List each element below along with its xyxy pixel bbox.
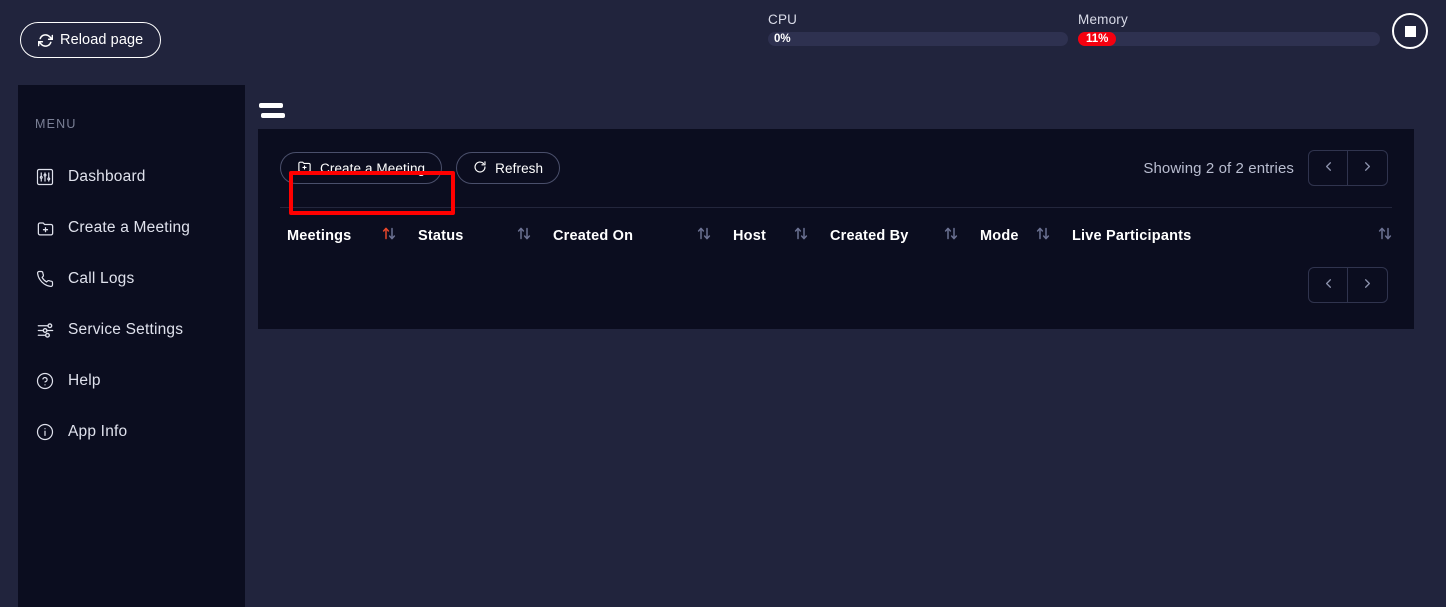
menu-toggle-bar xyxy=(259,103,283,108)
memory-label: Memory xyxy=(1078,12,1128,27)
column-label: Live Participants xyxy=(1072,227,1192,244)
settings-sliders-icon xyxy=(35,320,55,340)
sidebar-item-label: Service Settings xyxy=(68,321,184,338)
sidebar-item-label: Help xyxy=(68,372,101,389)
column-header-meetings[interactable]: Meetings xyxy=(258,208,418,263)
column-header-created-on[interactable]: Created On xyxy=(553,208,733,263)
column-header-live-participants[interactable]: Live Participants xyxy=(1072,208,1414,263)
info-circle-icon xyxy=(35,422,55,442)
sidebar: MENU Dashboard Create a Meeting Call Log… xyxy=(18,85,245,607)
pagination-top xyxy=(1308,150,1388,186)
sidebar-item-create-a-meeting[interactable]: Create a Meeting xyxy=(18,210,245,246)
column-header-created-by[interactable]: Created By xyxy=(830,208,980,263)
meetings-table: Meetings Status Created On Host Created … xyxy=(258,208,1414,263)
meetings-toolbar: Create a Meeting Refresh Showing 2 of 2 … xyxy=(258,129,1414,215)
stop-button[interactable] xyxy=(1392,13,1428,49)
meetings-table-head: Meetings Status Created On Host Created … xyxy=(258,208,1414,263)
pagination-bottom xyxy=(1308,267,1388,303)
chevron-left-icon xyxy=(1321,276,1336,294)
memory-value-badge: 11% xyxy=(1078,32,1117,46)
column-header-status[interactable]: Status xyxy=(418,208,553,263)
dashboard-sliders-icon xyxy=(35,167,55,187)
stop-square-icon xyxy=(1404,25,1416,37)
sort-toggle-icon[interactable] xyxy=(1378,226,1392,245)
refresh-label: Refresh xyxy=(495,160,544,176)
column-label: Status xyxy=(418,227,464,244)
column-header-host[interactable]: Host xyxy=(733,208,830,263)
chevron-right-icon xyxy=(1360,276,1375,294)
memory-meter: Memory 11% xyxy=(1078,12,1380,46)
column-header-mode[interactable]: Mode xyxy=(980,208,1072,263)
sidebar-nav: Dashboard Create a Meeting Call Logs Ser… xyxy=(18,159,245,450)
create-a-meeting-label: Create a Meeting xyxy=(320,160,426,176)
sidebar-item-call-logs[interactable]: Call Logs xyxy=(18,261,245,297)
sort-toggle-icon[interactable] xyxy=(517,226,531,245)
memory-progress-track: 11% xyxy=(1078,32,1380,46)
sidebar-item-label: App Info xyxy=(68,423,128,440)
create-a-meeting-button[interactable]: Create a Meeting xyxy=(280,152,443,184)
entries-count-text: Showing 2 of 2 entries xyxy=(1143,159,1294,177)
chevron-left-icon xyxy=(1321,159,1336,177)
refresh-button[interactable]: Refresh xyxy=(456,152,561,184)
question-circle-icon xyxy=(35,371,55,391)
cpu-label: CPU xyxy=(768,12,798,27)
table-header-row: Meetings Status Created On Host Created … xyxy=(258,208,1414,263)
reload-page-label: Reload page xyxy=(60,32,144,48)
prev-page-button-top[interactable] xyxy=(1309,151,1348,185)
sidebar-item-label: Dashboard xyxy=(68,168,146,185)
sidebar-item-dashboard[interactable]: Dashboard xyxy=(18,159,245,195)
sidebar-item-service-settings[interactable]: Service Settings xyxy=(18,312,245,348)
menu-toggle-bar xyxy=(261,113,285,118)
refresh-circle-icon xyxy=(473,160,487,177)
phone-icon xyxy=(35,269,55,289)
chevron-right-icon xyxy=(1360,159,1375,177)
sidebar-item-label: Create a Meeting xyxy=(68,219,191,236)
meetings-card: Create a Meeting Refresh Showing 2 of 2 … xyxy=(258,129,1414,329)
sort-toggle-icon[interactable] xyxy=(697,226,711,245)
sidebar-item-app-info[interactable]: App Info xyxy=(18,414,245,450)
cpu-value: 0% xyxy=(774,33,791,45)
sidebar-menu-title: MENU xyxy=(35,117,77,131)
next-page-button-bottom[interactable] xyxy=(1348,268,1387,302)
main-content: Create a Meeting Refresh Showing 2 of 2 … xyxy=(245,85,1446,607)
sidebar-item-help[interactable]: Help xyxy=(18,363,245,399)
reload-page-button[interactable]: Reload page xyxy=(20,22,162,58)
sidebar-item-label: Call Logs xyxy=(68,270,135,287)
column-label: Mode xyxy=(980,227,1019,244)
top-bar: Reload page CPU 0% Memory 11% xyxy=(0,0,1446,80)
column-label: Meetings xyxy=(287,227,352,244)
sort-toggle-icon[interactable] xyxy=(944,226,958,245)
prev-page-button-bottom[interactable] xyxy=(1309,268,1348,302)
sort-toggle-icon[interactable] xyxy=(1036,226,1050,245)
refresh-icon xyxy=(38,33,53,48)
meetings-card-footer xyxy=(258,263,1414,303)
folder-plus-icon xyxy=(297,159,312,177)
create-meeting-wrapper: Create a Meeting xyxy=(280,152,455,215)
next-page-button-top[interactable] xyxy=(1348,151,1387,185)
sort-toggle-icon[interactable] xyxy=(794,226,808,245)
column-label: Host xyxy=(733,227,767,244)
cpu-meter: CPU 0% xyxy=(768,12,1068,46)
column-label: Created On xyxy=(553,227,634,244)
cpu-progress-track: 0% xyxy=(768,32,1068,46)
column-label: Created By xyxy=(830,227,909,244)
toolbar-right-group: Showing 2 of 2 entries xyxy=(1143,150,1388,186)
menu-toggle-icon[interactable] xyxy=(259,103,285,123)
folder-plus-icon xyxy=(35,218,55,238)
sort-toggle-icon[interactable] xyxy=(382,226,396,245)
